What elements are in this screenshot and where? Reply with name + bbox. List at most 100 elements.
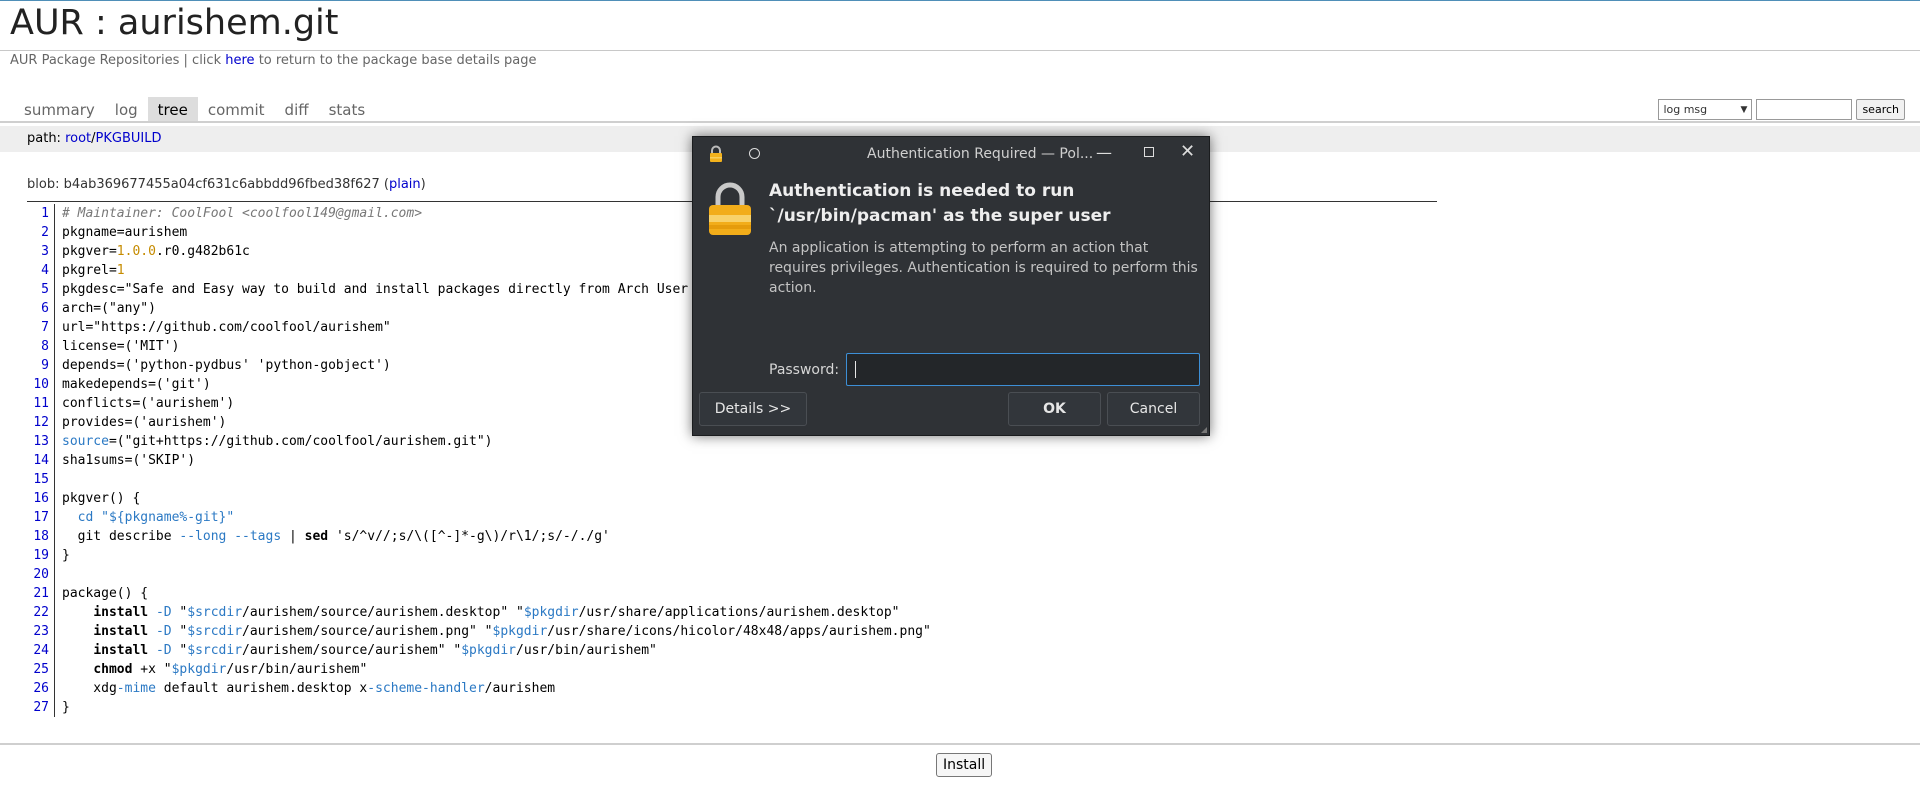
ok-button[interactable]: OK: [1008, 392, 1101, 426]
code-line: 19}: [27, 546, 931, 565]
code-text: }: [62, 548, 70, 563]
line-number[interactable]: 25: [27, 660, 55, 679]
line-number[interactable]: 18: [27, 527, 55, 546]
line-number[interactable]: 4: [27, 261, 55, 280]
code-text: url="https://github.com/coolfool/aurishe…: [62, 320, 391, 335]
code-line: 15: [27, 470, 931, 489]
code-text: xdg-mime default aurishem.desktop x-sche…: [55, 679, 555, 698]
line-number[interactable]: 7: [27, 318, 55, 337]
line-number[interactable]: 22: [27, 603, 55, 622]
code-token: git describe: [62, 529, 180, 544]
line-number[interactable]: 10: [27, 375, 55, 394]
tab-stats[interactable]: stats: [319, 97, 376, 122]
lock-icon: [709, 182, 751, 235]
dialog-titlebar[interactable]: Authentication Required — Pol... — ✕: [693, 137, 1209, 171]
code-text: pkgver=1.0.0.r0.g482b61c: [55, 242, 250, 261]
line-number[interactable]: 17: [27, 508, 55, 527]
maximize-icon[interactable]: [1144, 147, 1154, 157]
tab-log[interactable]: log: [105, 97, 148, 122]
line-number[interactable]: 11: [27, 394, 55, 413]
code-token: =("git+https://github.com/coolfool/auris…: [108, 434, 493, 449]
page-title: AUR : aurishem.git: [10, 3, 339, 43]
plain-link[interactable]: plain: [389, 177, 421, 192]
search-input[interactable]: [1756, 99, 1853, 120]
line-number[interactable]: 1: [27, 204, 55, 223]
code-text: pkgdesc="Safe and Easy way to build and …: [62, 282, 783, 297]
code-line: 26 xdg-mime default aurishem.desktop x-s…: [27, 679, 931, 698]
search-type-select[interactable]: log msg ▼: [1658, 99, 1753, 120]
line-number[interactable]: 16: [27, 489, 55, 508]
tab-summary[interactable]: summary: [14, 97, 105, 122]
code-token: /usr/share/icons/hicolor/48x48/apps/auri…: [547, 624, 931, 639]
path-root-link[interactable]: root: [65, 131, 91, 146]
search-button[interactable]: search: [1856, 99, 1905, 120]
code-command: chmod: [93, 662, 133, 677]
code-variable: $pkgdir: [492, 624, 548, 639]
line-number[interactable]: 14: [27, 451, 55, 470]
line-number[interactable]: 24: [27, 641, 55, 660]
path-label: path:: [27, 131, 61, 146]
close-icon[interactable]: ✕: [1180, 141, 1195, 162]
code-comment: # Maintainer: CoolFool <coolfool149@gmai…: [62, 206, 423, 221]
code-variable: $pkgdir: [461, 643, 516, 658]
line-number[interactable]: 20: [27, 565, 55, 584]
code-text: # Maintainer: CoolFool <coolfool149@gmai…: [55, 204, 422, 223]
line-number[interactable]: 13: [27, 432, 55, 451]
line-number[interactable]: 23: [27, 622, 55, 641]
line-number[interactable]: 2: [27, 223, 55, 242]
repo-tabs: summary log tree commit diff stats: [14, 97, 375, 122]
text-caret: [855, 361, 856, 378]
blob-info: blob: b4ab369677455a04cf631c6abbdd96fbed…: [27, 177, 426, 192]
code-text: install -D "$srcdir/aurishem/source/auri…: [55, 622, 931, 641]
line-number[interactable]: 19: [27, 546, 55, 565]
password-field[interactable]: [846, 353, 1200, 386]
code-text: install -D "$srcdir/aurishem/source/auri…: [55, 641, 657, 660]
pin-icon[interactable]: [749, 148, 760, 159]
line-number[interactable]: 15: [27, 470, 55, 489]
line-number[interactable]: 8: [27, 337, 55, 356]
code-token: |: [281, 529, 305, 544]
line-number[interactable]: 26: [27, 679, 55, 698]
code-text: cd "${pkgname%-git}": [55, 508, 235, 527]
line-number[interactable]: 12: [27, 413, 55, 432]
resize-grip-icon[interactable]: [1201, 427, 1207, 433]
code-text: arch=("any"): [62, 301, 156, 316]
line-number[interactable]: 9: [27, 356, 55, 375]
tab-tree[interactable]: tree: [147, 97, 198, 122]
blob-suffix: ): [420, 177, 426, 192]
code-text: makedepends=('git'): [62, 377, 211, 392]
password-label: Password:: [769, 362, 840, 378]
code-text: pkgname=aurishem: [62, 225, 188, 240]
code-command: sed: [304, 529, 329, 544]
tab-commit[interactable]: commit: [198, 97, 275, 122]
line-number[interactable]: 27: [27, 698, 55, 717]
code-token: default aurishem.desktop x: [155, 681, 368, 696]
details-page-link[interactable]: here: [225, 53, 254, 68]
line-number[interactable]: 5: [27, 280, 55, 299]
code-text: conflicts=('aurishem'): [62, 396, 235, 411]
cancel-button[interactable]: Cancel: [1107, 392, 1200, 426]
path-file-link[interactable]: PKGBUILD: [96, 131, 162, 146]
minimize-icon[interactable]: —: [1096, 143, 1112, 162]
details-button[interactable]: Details >>: [699, 392, 807, 426]
code-command: install: [93, 605, 149, 620]
tab-diff[interactable]: diff: [275, 97, 319, 122]
code-variable: $pkgdir: [171, 662, 227, 677]
line-number[interactable]: 3: [27, 242, 55, 261]
line-number[interactable]: 21: [27, 584, 55, 603]
chevron-down-icon: ▼: [1740, 104, 1748, 115]
auth-dialog: Authentication Required — Pol... — ✕ Aut…: [692, 136, 1210, 436]
line-number[interactable]: 6: [27, 299, 55, 318]
blob-hash: blob: b4ab369677455a04cf631c6abbdd96fbed…: [27, 177, 389, 192]
code-token: xdg: [62, 681, 117, 696]
install-button[interactable]: Install: [936, 753, 993, 777]
code-line: 17 cd "${pkgname%-git}": [27, 508, 931, 527]
code-token: pkgrel=: [62, 263, 117, 278]
code-command: install: [93, 624, 149, 639]
subtitle-suffix: to return to the package base details pa…: [258, 53, 537, 68]
code-text: sha1sums=('SKIP'): [62, 453, 196, 468]
code-keyword: -mime: [116, 681, 156, 696]
